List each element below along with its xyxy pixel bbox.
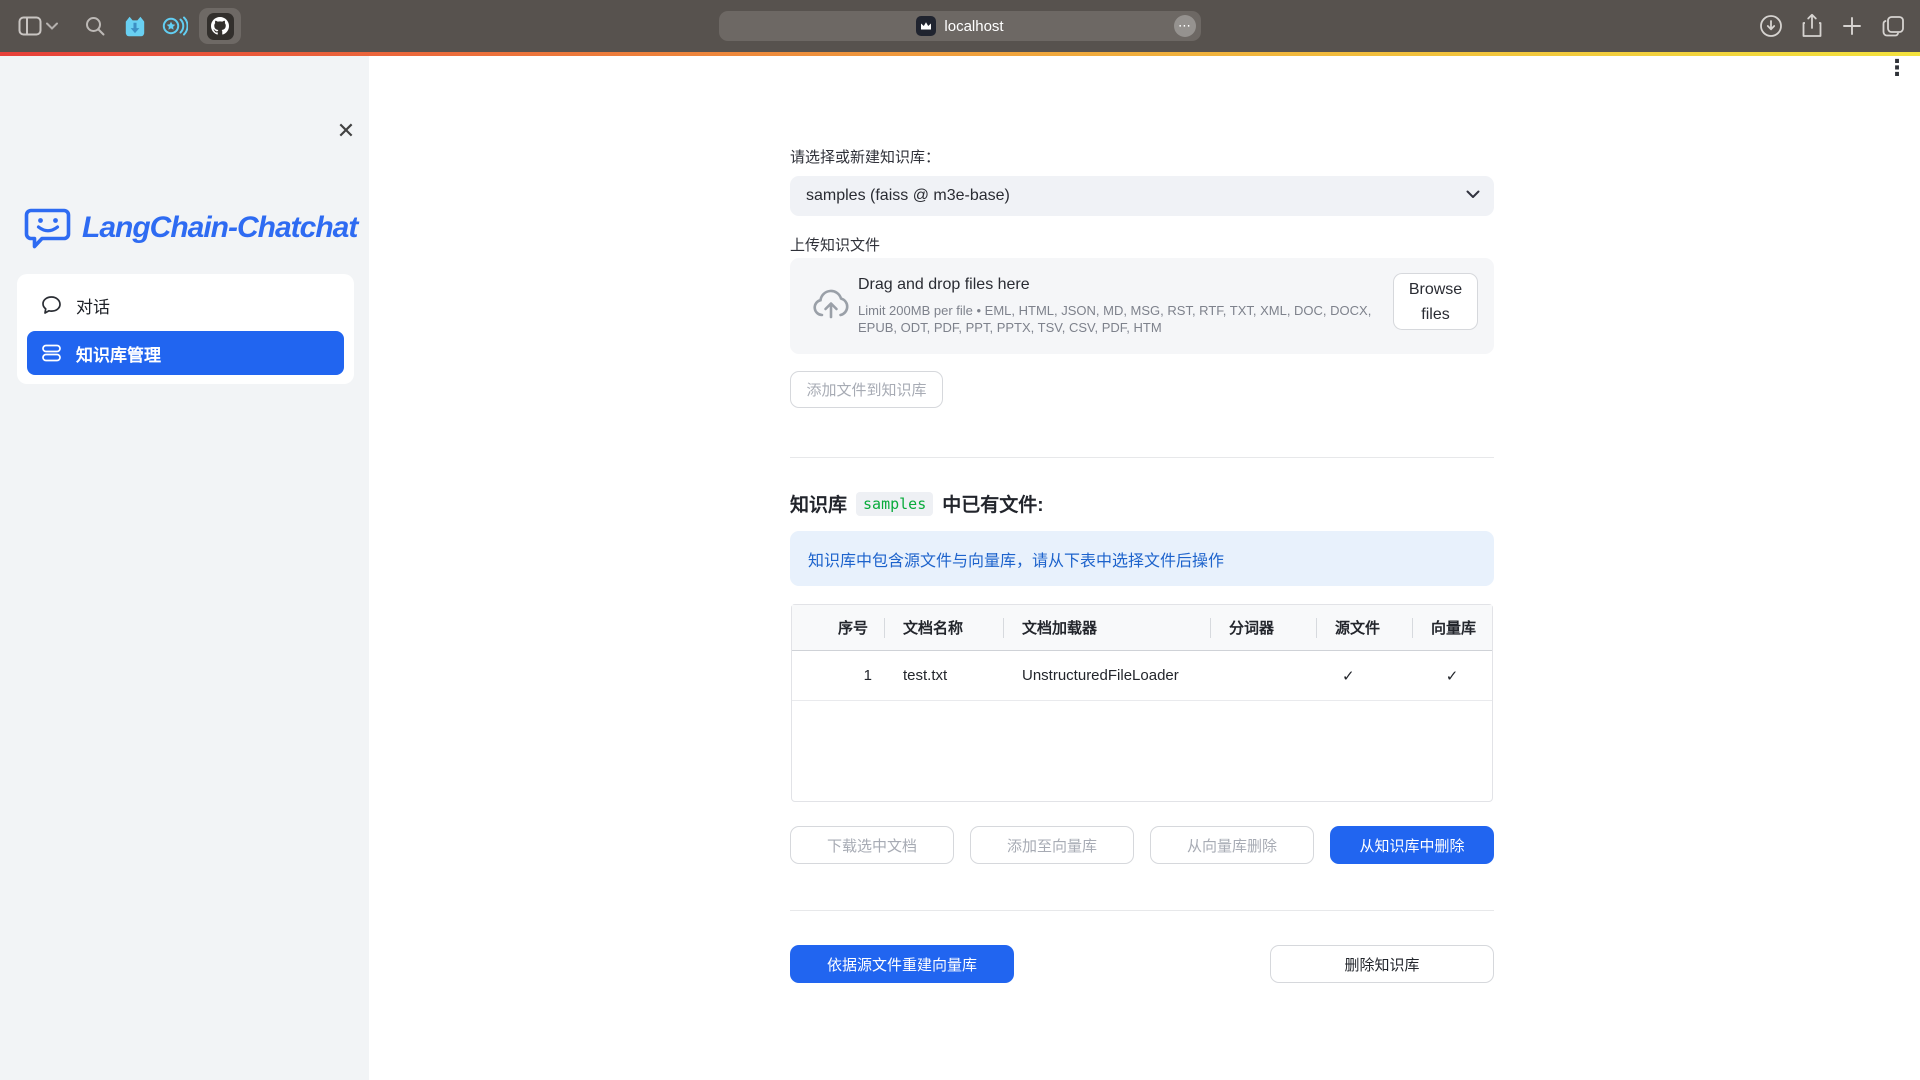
files-table[interactable]: 序号 文档名称 文档加载器 分词器 源文件 向量库 1 test.txt Uns… (791, 604, 1493, 802)
browser-toolbar: localhost ⋯ (0, 0, 1920, 52)
existing-files-heading: 知识库 samples 中已有文件: (790, 490, 1044, 517)
app-logo: LangChain-Chatchat (24, 206, 357, 250)
sidebar-item-label: 知识库管理 (76, 341, 161, 366)
cloud-upload-icon (810, 284, 852, 326)
delete-kb-button[interactable]: 删除知识库 (1270, 945, 1494, 983)
add-files-to-kb-button[interactable]: 添加文件到知识库 (790, 371, 943, 408)
dropzone-title: Drag and drop files here (858, 276, 1030, 294)
search-icon[interactable] (84, 15, 106, 37)
column-header[interactable]: 序号 (792, 605, 884, 650)
file-dropzone[interactable]: Drag and drop files here Limit 200MB per… (790, 258, 1494, 354)
divider (790, 910, 1494, 911)
app-window: localhost ⋯ ⋮ ✕ (0, 0, 1920, 1080)
kb-select[interactable]: samples (faiss @ m3e-base) (790, 176, 1494, 216)
upload-label: 上传知识文件 (790, 234, 880, 255)
heading-prefix: 知识库 (790, 490, 847, 517)
heading-suffix: 中已有文件: (942, 490, 1043, 517)
chat-icon (41, 295, 62, 315)
sidebar-close-icon[interactable]: ✕ (333, 118, 359, 144)
column-header[interactable]: 分词器 (1210, 605, 1316, 650)
add-to-vector-store-button[interactable]: 添加至向量库 (970, 826, 1134, 864)
sidebar-item-label: 对话 (76, 293, 110, 318)
kebab-menu-icon[interactable]: ⋮ (1884, 60, 1910, 92)
column-header[interactable]: 文档加载器 (1003, 605, 1210, 650)
column-header[interactable]: 源文件 (1316, 605, 1412, 650)
cell-index: 1 (792, 651, 884, 700)
sidebar: ✕ LangChain-Chatchat 对话 (0, 56, 369, 1080)
browse-files-button[interactable]: Browse files (1393, 273, 1478, 330)
page-settings-icon[interactable]: ⋯ (1174, 15, 1196, 37)
new-tab-icon[interactable] (1841, 15, 1863, 37)
dropzone-limit-text: Limit 200MB per file • EML, HTML, JSON, … (858, 302, 1378, 336)
chevron-down-icon (1466, 190, 1480, 199)
extension-broadcast-icon[interactable] (161, 13, 188, 39)
cell-loader: UnstructuredFileLoader (1003, 651, 1210, 700)
url-text: localhost (944, 18, 1003, 35)
info-banner: 知识库中包含源文件与向量库，请从下表中选择文件后操作 (790, 531, 1494, 586)
divider (790, 457, 1494, 458)
download-selected-button[interactable]: 下载选中文档 (790, 826, 954, 864)
extension-cat-download-icon[interactable] (122, 13, 148, 39)
sidebar-toggle-icon[interactable] (18, 16, 42, 36)
column-header[interactable]: 向量库 (1412, 605, 1492, 650)
chat-bubble-logo-icon (24, 206, 72, 250)
cell-vector-check: ✓ (1412, 651, 1492, 700)
app-logo-text: LangChain-Chatchat (82, 211, 357, 245)
knowledge-base-icon (41, 343, 62, 363)
table-row[interactable]: 1 test.txt UnstructuredFileLoader ✓ ✓ (792, 651, 1492, 701)
share-icon[interactable] (1801, 13, 1823, 39)
table-header-row: 序号 文档名称 文档加载器 分词器 源文件 向量库 (792, 605, 1492, 651)
file-actions: 下载选中文档 添加至向量库 从向量库删除 从知识库中删除 (790, 826, 1494, 864)
downloads-icon[interactable] (1759, 14, 1783, 38)
delete-from-kb-button[interactable]: 从知识库中删除 (1330, 826, 1494, 864)
cell-filename: test.txt (884, 651, 1003, 700)
kb-select-value: samples (faiss @ m3e-base) (806, 187, 1010, 205)
github-extension-button[interactable] (199, 8, 241, 44)
column-header[interactable]: 文档名称 (884, 605, 1003, 650)
sidebar-menu: 对话 知识库管理 (17, 274, 354, 384)
sidebar-item-chat[interactable]: 对话 (27, 283, 344, 327)
github-icon (207, 13, 234, 40)
cell-source-check: ✓ (1316, 651, 1412, 700)
cell-splitter (1210, 651, 1316, 700)
rebuild-vector-store-button[interactable]: 依据源文件重建向量库 (790, 945, 1014, 983)
sidebar-chevron-down-icon[interactable] (46, 22, 58, 30)
remove-from-vector-store-button[interactable]: 从向量库删除 (1150, 826, 1314, 864)
crown-favicon-icon (916, 16, 936, 36)
kb-name-code: samples (856, 492, 933, 516)
address-bar[interactable]: localhost ⋯ (719, 11, 1201, 41)
sidebar-item-kb-management[interactable]: 知识库管理 (27, 331, 344, 375)
tab-overview-icon[interactable] (1881, 14, 1906, 38)
kb-select-label: 请选择或新建知识库： (790, 146, 940, 167)
